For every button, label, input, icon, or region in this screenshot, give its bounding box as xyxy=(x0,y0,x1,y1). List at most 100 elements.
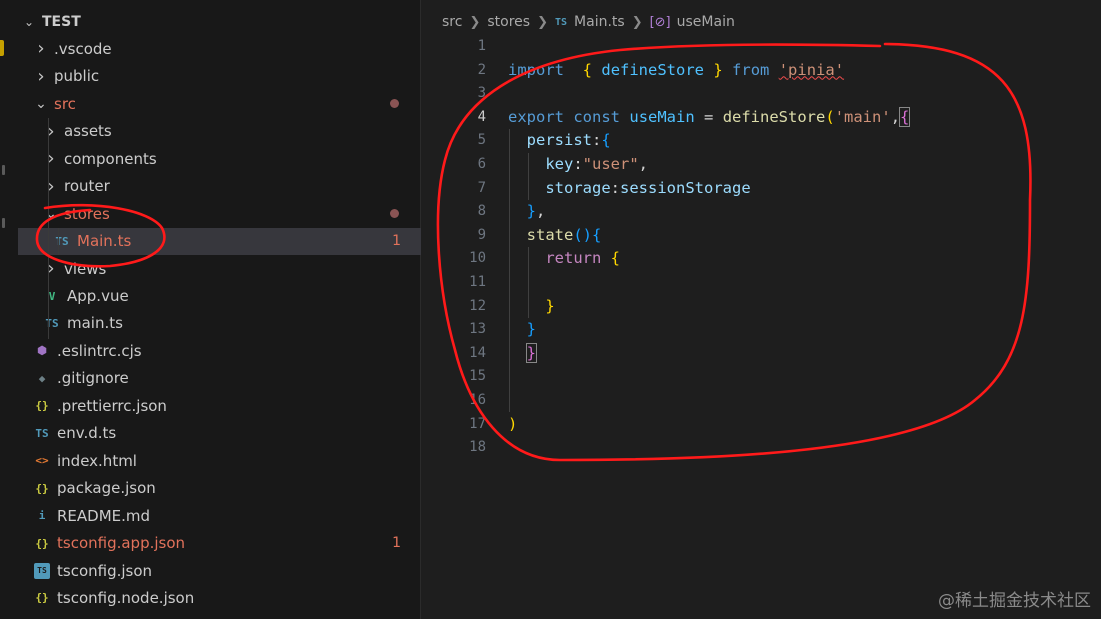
line-number: 2 xyxy=(477,61,486,78)
line-number: 13 xyxy=(469,321,486,338)
tree-item-label: package.json xyxy=(57,479,156,498)
tree-item-label: .gitignore xyxy=(57,369,129,388)
code-line[interactable]: state(){ xyxy=(508,224,1088,248)
tree-item-label: tsconfig.node.json xyxy=(57,588,195,607)
json-braces-icon: {} xyxy=(35,591,49,605)
code-line[interactable]: import { defineStore } from 'pinia' xyxy=(508,59,1088,83)
breadcrumb-stores[interactable]: stores xyxy=(487,14,530,30)
code-line[interactable]: export const useMain = defineStore('main… xyxy=(508,106,1088,130)
typescript-icon: TS xyxy=(55,234,69,248)
code-token: defineStore xyxy=(722,107,826,126)
code-line[interactable]: key:"user", xyxy=(508,153,1088,177)
file-item-app-vue[interactable]: V App.vue xyxy=(18,283,421,310)
code-line[interactable]: return { xyxy=(508,247,1088,271)
activity-bar xyxy=(0,0,18,619)
breadcrumb-src[interactable]: src xyxy=(442,14,462,30)
code-line[interactable]: }, xyxy=(508,200,1088,224)
breadcrumb-symbol[interactable]: useMain xyxy=(677,14,735,30)
file-item-tsconfig-json[interactable]: TS tsconfig.json xyxy=(18,557,421,584)
line-number: 5 xyxy=(477,132,486,149)
code-token: import xyxy=(508,60,564,79)
breadcrumb-file[interactable]: Main.ts xyxy=(574,14,625,30)
watermark: @稀土掘金技术社区 xyxy=(938,591,1091,611)
file-item-index-html[interactable]: <> index.html xyxy=(18,447,421,474)
chevron-down-icon: ⌄ xyxy=(35,95,47,112)
problem-count-badge: 1 xyxy=(392,535,401,552)
line-number: 14 xyxy=(469,344,486,361)
line-number: 10 xyxy=(469,250,486,267)
code-token: state xyxy=(526,225,574,244)
code-line[interactable] xyxy=(508,82,1088,106)
file-item-prettierrc-json[interactable]: {} .prettierrc.json xyxy=(18,392,421,419)
code-line[interactable]: storage:sessionStorage xyxy=(508,177,1088,201)
code-token: : xyxy=(592,131,602,150)
file-item-gitignore[interactable]: ◆ .gitignore xyxy=(18,365,421,392)
code-token: } xyxy=(526,202,537,221)
code-line[interactable] xyxy=(508,365,1088,389)
chevron-right-icon: › xyxy=(37,65,45,87)
code-line[interactable] xyxy=(508,35,1088,59)
folder-item-vscode[interactable]: › .vscode xyxy=(18,35,421,62)
file-item-eslintrc-cjs[interactable]: ⬢ .eslintrc.cjs xyxy=(18,337,421,364)
code-line[interactable]: } xyxy=(508,342,1088,366)
activity-marker xyxy=(2,218,5,228)
code-line[interactable]: ) xyxy=(508,413,1088,437)
file-item-tsconfig-node-json[interactable]: {} tsconfig.node.json xyxy=(18,584,421,611)
chevron-right-icon: ❯ xyxy=(469,14,481,30)
tree-item-label: public xyxy=(54,67,100,86)
code-token: } xyxy=(525,342,538,363)
code-token: export xyxy=(508,107,564,126)
code-token: key xyxy=(545,154,574,173)
modified-dot-icon xyxy=(390,209,399,219)
code-line[interactable] xyxy=(508,271,1088,295)
folder-item-src[interactable]: ⌄ src xyxy=(18,90,421,117)
symbol-variable-icon: [⊘] xyxy=(649,14,671,30)
code-token: sessionStorage xyxy=(620,178,751,197)
code-token: { xyxy=(898,106,911,127)
chevron-right-icon: › xyxy=(47,175,55,197)
line-number: 8 xyxy=(477,203,486,220)
code-line[interactable]: } xyxy=(508,295,1088,319)
json-braces-icon: {} xyxy=(35,399,49,413)
file-item-env-d-ts[interactable]: TS env.d.ts xyxy=(18,420,421,447)
file-item-tsconfig-app-json[interactable]: {} tsconfig.app.json 1 xyxy=(18,530,421,557)
file-item-main-ts[interactable]: TS Main.ts 1 xyxy=(18,227,421,255)
code-line[interactable]: persist:{ xyxy=(508,129,1088,153)
typescript-icon: TS xyxy=(35,426,49,440)
code-line[interactable] xyxy=(508,436,1088,460)
chevron-right-icon: ❯ xyxy=(537,14,548,30)
file-item-package-json[interactable]: {} package.json xyxy=(18,475,421,502)
code-token: return xyxy=(545,249,602,268)
folder-item-views[interactable]: › views xyxy=(18,255,421,282)
folder-item-assets[interactable]: › assets xyxy=(18,118,421,145)
folder-item-public[interactable]: › public xyxy=(18,63,421,90)
explorer-root-test[interactable]: ⌄ TEST xyxy=(18,8,421,35)
code-line[interactable] xyxy=(508,389,1088,413)
code-editor[interactable]: import { defineStore } from 'pinia' expor… xyxy=(508,35,1088,460)
folder-item-router[interactable]: › router xyxy=(18,173,421,200)
code-token: 'main' xyxy=(834,107,891,126)
explorer-sidebar: ⌄ TEST › .vscode › public ⌄ src › assets › componen… xyxy=(18,0,421,619)
folder-item-stores[interactable]: ⌄ stores xyxy=(18,200,421,227)
folder-item-components[interactable]: › components xyxy=(18,145,421,172)
code-line[interactable]: } xyxy=(508,318,1088,342)
code-token: persist xyxy=(526,131,592,150)
code-token: const xyxy=(573,107,621,126)
eslint-icon: ⬢ xyxy=(37,344,47,358)
file-item-main-ts[interactable]: TS main.ts xyxy=(18,310,421,337)
file-item-readme-md[interactable]: i README.md xyxy=(18,502,421,529)
code-token: ) xyxy=(508,414,518,433)
tree-item-label: .eslintrc.cjs xyxy=(57,341,142,360)
vue-icon: V xyxy=(48,289,56,303)
